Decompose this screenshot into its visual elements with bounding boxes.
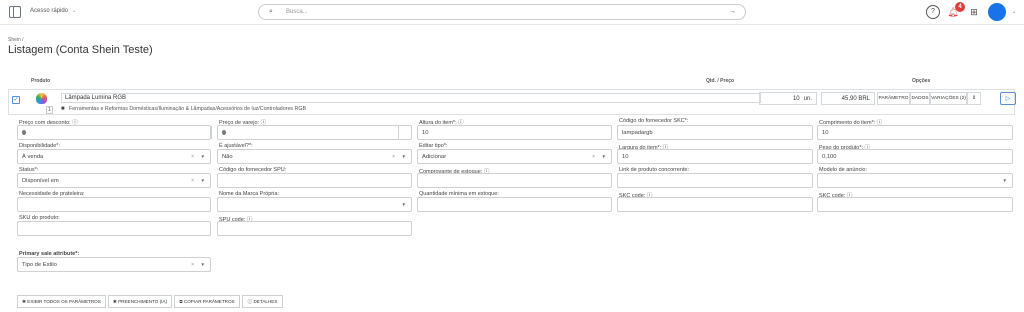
quick-access-menu[interactable]: Acesso rápido ⌄ [30,8,76,14]
ai-autofill-button[interactable]: ✱ PREENCHIMENTO (IA) [108,295,172,308]
disponibilidade-select[interactable]: À venda × ▼ [17,149,211,164]
peso-input[interactable]: 0,100 [817,149,1013,164]
variation-count-badge: 1 [46,106,53,114]
clear-icon[interactable]: × [191,174,194,188]
qtd-minima-input[interactable] [417,197,612,212]
row-checkbox[interactable]: ✓ [12,96,20,104]
folder-icon: ■ [61,106,65,112]
primary-sale-value: Tipo de Estilo [22,262,57,268]
data-button[interactable]: DADOS [910,92,930,105]
chevron-down-icon[interactable]: ▼ [201,258,205,272]
chevron-down-icon[interactable]: ▼ [201,150,205,164]
chevron-down-icon[interactable]: ▼ [201,174,205,188]
price-input[interactable]: 45,90 BRL [821,92,875,105]
currency-icon [22,129,26,135]
reorder-icon[interactable]: ⇕ [967,92,981,105]
chevron-down-icon[interactable]: ▼ [402,198,406,212]
status-value: Disponível em [22,178,59,184]
label-codigo-skc: Código do fornecedor SKC*: [619,118,689,124]
preco-varejo-input[interactable] [217,125,412,140]
product-thumbnail [36,93,47,104]
clear-icon[interactable]: × [392,150,395,164]
notification-badge: 4 [955,2,965,12]
sku-produto-input[interactable] [17,221,211,236]
currency-label: BRL [858,96,870,102]
help-icon[interactable]: ? [926,5,940,19]
quantity-value: 10 [792,96,800,102]
arrow-right-icon[interactable]: → [729,8,736,15]
primary-sale-select[interactable]: Tipo de Estilo × ▼ [17,257,211,272]
play-icon[interactable]: ▷ [1000,92,1016,105]
price-value: 45,90 [841,96,857,102]
disponibilidade-value: À venda [22,154,44,160]
chevron-down-icon[interactable]: ⌄ [1012,9,1016,15]
ajustavel-select[interactable]: Não × ▼ [217,149,412,164]
show-all-params-button[interactable]: ✱ EXIBIR TODOS OS PARÂMETROS [17,295,106,308]
skc-code-2-input[interactable] [817,197,1013,212]
spu-code-input[interactable] [217,221,412,236]
search-icon: ⌕ [269,8,273,15]
header-qty-price: Qtd. / Preço [706,78,735,84]
chevron-down-icon[interactable]: ▼ [602,150,606,164]
breadcrumb[interactable]: Shein / [8,37,24,43]
product-category[interactable]: Ferramentas e Reformas Domésticas/Ilumin… [69,106,306,112]
altura-input[interactable]: 10 [417,125,612,140]
avatar[interactable] [988,3,1006,21]
parameter-button[interactable]: PARÂMETRO [877,92,910,105]
page-title: Listagem (Conta Shein Teste) [8,44,153,56]
prateleira-input[interactable] [17,197,211,212]
status-select[interactable]: Disponível em × ▼ [17,173,211,188]
search-input[interactable]: Busca... [286,9,308,15]
details-button[interactable]: ⓘ DETALHES [242,295,283,308]
header-options: Opções [912,78,931,84]
variations-button[interactable]: VARIAÇÕES (2) [930,92,967,105]
product-row: ✓ 1 Lâmpada Lumina RGB ■ Ferramentas e R… [8,89,1016,115]
chevron-down-icon[interactable]: ▼ [402,150,406,164]
preco-desconto-input[interactable] [17,125,212,140]
largura-input[interactable]: 10 [617,149,813,164]
sidebar-toggle-icon[interactable] [9,6,21,18]
search-bar[interactable]: ⌕ Busca... → [258,4,746,20]
clear-icon[interactable]: × [592,150,595,164]
quantity-input[interactable]: 10 un. [759,92,817,105]
clear-icon[interactable]: × [191,258,194,272]
modelo-anuncio-select[interactable]: ▼ [817,173,1013,188]
unit-label: un. [803,96,812,102]
editar-tipo-select[interactable]: Adicionar × ▼ [417,149,612,164]
editar-tipo-value: Adicionar [422,154,447,160]
ajustavel-value: Não [222,154,233,160]
link-concorrente-input[interactable] [617,173,813,188]
comprovante-input[interactable] [417,173,612,188]
package-icon[interactable]: ⊞ [967,5,981,19]
chevron-down-icon: ⌄ [72,8,77,14]
marca-propria-select[interactable]: ▼ [217,197,412,212]
codigo-spu-input[interactable] [217,173,412,188]
comprimento-input[interactable]: 10 [817,125,1013,140]
codigo-skc-input[interactable]: lampadargb [617,125,813,140]
product-name-input[interactable]: Lâmpada Lumina RGB [61,93,761,103]
copy-params-button[interactable]: ⧉ COPIAR PARÂMETROS [174,295,240,308]
chevron-down-icon[interactable]: ▼ [1003,174,1007,188]
clear-icon[interactable]: × [191,150,194,164]
skc-code-1-input[interactable] [617,197,813,212]
quick-access-label: Acesso rápido [30,8,69,14]
header-product: Produto [31,78,51,84]
top-bar: Acesso rápido ⌄ ⌕ Busca... → ? 🔔︎ 4 ⊞ ⌄ [0,0,1024,25]
currency-icon [222,129,226,135]
